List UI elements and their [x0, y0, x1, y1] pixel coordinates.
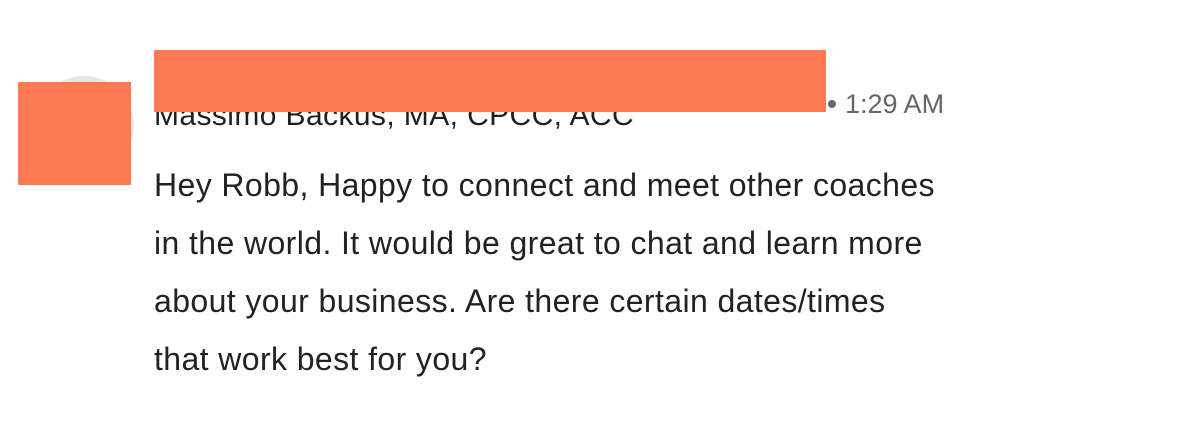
avatar-redaction	[18, 82, 131, 185]
message-timestamp: 1:29 AM	[845, 89, 945, 119]
message-header: Massimo Backus, MA, CPCC, ACC 1:29 AM	[154, 50, 1014, 132]
message-meta: 1:29 AM	[826, 88, 944, 120]
message-line: that work best for you?	[154, 341, 487, 377]
sender-name-redaction	[154, 50, 826, 112]
message-line: in the world. It would be great to chat …	[154, 225, 923, 261]
message-body: Hey Robb, Happy to connect and meet othe…	[154, 156, 1164, 388]
message-line: Hey Robb, Happy to connect and meet othe…	[154, 167, 935, 203]
avatar[interactable]	[18, 72, 134, 188]
chat-message: Massimo Backus, MA, CPCC, ACC 1:29 AM He…	[0, 0, 1194, 424]
bullet-dot-icon	[828, 99, 836, 108]
message-line: about your business. Are there certain d…	[154, 283, 886, 319]
